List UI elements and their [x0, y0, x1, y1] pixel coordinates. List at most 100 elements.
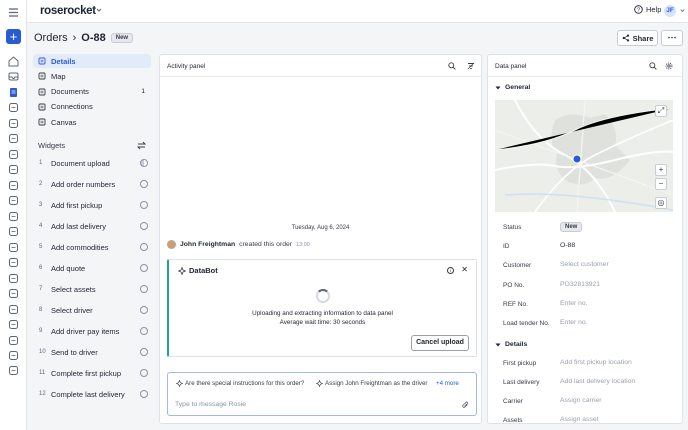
widget-item[interactable]: 9 Add driver pay items: [39, 324, 151, 338]
swap-icon[interactable]: [137, 141, 146, 150]
field-value[interactable]: Assign asset: [560, 416, 599, 423]
activity-panel-title: Activity panel: [167, 63, 206, 70]
order-nav: Details Map Documents 1 Connections Canvas Wi…: [33, 53, 153, 430]
nav-item-details[interactable]: Details: [33, 54, 151, 68]
widget-item[interactable]: 1 Document upload: [39, 156, 151, 170]
shipment-icon[interactable]: [7, 148, 20, 161]
breadcrumb-separator: ›: [72, 32, 77, 44]
gear-icon[interactable]: [665, 62, 673, 70]
details-icon: [38, 57, 46, 65]
general-section-toggle[interactable]: General: [495, 84, 530, 91]
widget-number: 11: [39, 370, 46, 376]
field-value[interactable]: Add last delivery location: [560, 378, 635, 385]
widget-item[interactable]: 12 Complete last delivery: [39, 387, 151, 401]
activity-event: John Freightman created this order 13:00: [167, 240, 310, 249]
help-button[interactable]: ? Help: [634, 5, 661, 14]
settings-icon[interactable]: [7, 364, 20, 377]
event-user[interactable]: John Freightman: [180, 241, 235, 248]
suggestion-chip-1[interactable]: Are there special instructions for this …: [176, 380, 304, 387]
zoom-out-button[interactable]: −: [655, 178, 667, 190]
widget-item[interactable]: 7 Select assets: [39, 282, 151, 296]
report-icon[interactable]: [7, 334, 20, 347]
zoom-in-button[interactable]: +: [655, 164, 667, 176]
field-value[interactable]: Enter no.: [560, 319, 588, 326]
widget-label: Add last delivery: [51, 221, 107, 231]
field-value[interactable]: Assign carrier: [560, 397, 602, 404]
warehouse-icon[interactable]: [7, 303, 20, 316]
widget-label: Add first pickup: [51, 200, 103, 210]
avatar[interactable]: JF: [664, 5, 676, 17]
widget-item[interactable]: 5 Add commodities: [39, 240, 151, 254]
analytics-icon[interactable]: [7, 349, 20, 362]
widget-item[interactable]: 2 Add order numbers: [39, 177, 151, 191]
field-value[interactable]: Select customer: [560, 261, 609, 268]
nav-item-map[interactable]: Map: [33, 69, 151, 83]
details-section-toggle[interactable]: Details: [495, 341, 527, 348]
details-title: Details: [505, 341, 528, 348]
widgets-heading: Widgets: [38, 141, 150, 150]
create-button[interactable]: +: [6, 29, 21, 44]
widget-status-icon: [140, 201, 148, 209]
brand-logo[interactable]: roserocket: [40, 5, 96, 17]
more-options-button[interactable]: ⋯: [661, 30, 683, 46]
close-icon[interactable]: ✕: [461, 265, 468, 274]
more-suggestions-link[interactable]: +4 more: [436, 380, 459, 387]
lock-icon[interactable]: [7, 210, 20, 223]
search-icon[interactable]: [448, 62, 456, 70]
activity-date: Tuesday, Aug 6, 2024: [291, 225, 350, 231]
people-icon[interactable]: [7, 225, 20, 238]
calendar-icon[interactable]: [7, 117, 20, 130]
attachment-icon[interactable]: [462, 401, 469, 409]
chevron-down-icon[interactable]: [679, 7, 686, 14]
field-value[interactable]: Add first pickup location: [560, 359, 632, 366]
menu-icon[interactable]: [7, 6, 20, 19]
box-icon[interactable]: [7, 179, 20, 192]
grid-icon[interactable]: [7, 101, 20, 114]
info-icon[interactable]: i: [447, 267, 454, 274]
search-icon[interactable]: [649, 62, 657, 70]
widget-item[interactable]: 11 Complete first pickup: [39, 366, 151, 380]
orders-icon[interactable]: [7, 86, 20, 99]
message-input[interactable]: Type to message Rosie: [175, 401, 246, 408]
widget-status-icon: [140, 390, 148, 398]
field-value[interactable]: New: [560, 222, 583, 232]
share-button[interactable]: Share: [617, 30, 658, 46]
customer-icon[interactable]: [7, 272, 20, 285]
nav-item-connections[interactable]: Connections: [33, 100, 151, 114]
filter-icon[interactable]: [467, 62, 475, 70]
route-icon[interactable]: [7, 287, 20, 300]
widget-status-icon: [140, 327, 148, 335]
nav-item-canvas[interactable]: Canvas: [33, 115, 151, 129]
widget-label: Select driver: [51, 305, 93, 315]
home-icon[interactable]: [7, 55, 20, 68]
cancel-upload-button[interactable]: Cancel upload: [411, 335, 469, 351]
locate-icon[interactable]: ◎: [655, 197, 667, 209]
inbox-icon[interactable]: [7, 70, 20, 83]
widget-item[interactable]: 3 Add first pickup: [39, 198, 151, 212]
widget-item[interactable]: 8 Select driver: [39, 303, 151, 317]
suggestion-chip-2[interactable]: Assign John Freightman as the driver: [316, 380, 428, 387]
documents-icon: [38, 88, 46, 96]
field-value[interactable]: PO32813921: [560, 281, 600, 288]
dollar-icon[interactable]: [7, 241, 20, 254]
widget-item[interactable]: 6 Add quote: [39, 261, 151, 275]
globe-icon[interactable]: [7, 194, 20, 207]
fullscreen-icon[interactable]: ⤢: [655, 105, 667, 117]
nav-item-documents[interactable]: Documents 1: [33, 85, 151, 99]
field-value[interactable]: Enter no.: [560, 300, 588, 307]
widget-item[interactable]: 4 Add last delivery: [39, 219, 151, 233]
team-icon[interactable]: [7, 318, 20, 331]
data-panel-header: Data panel: [488, 55, 682, 77]
widget-item[interactable]: 10 Send to driver: [39, 345, 151, 359]
breadcrumb-orders[interactable]: Orders: [34, 32, 68, 44]
truck-icon[interactable]: [7, 256, 20, 269]
invoice-icon[interactable]: [7, 132, 20, 145]
chevron-down-icon[interactable]: [95, 6, 103, 14]
message-composer[interactable]: Are there special instructions for this …: [167, 372, 477, 416]
order-map[interactable]: ⤢ + − ◎: [495, 100, 673, 212]
widget-label: Select assets: [51, 284, 96, 294]
status-badge: New: [560, 222, 583, 232]
user-avatar: [167, 240, 176, 249]
document-icon[interactable]: [7, 163, 20, 176]
databot-header: DataBot: [178, 266, 218, 275]
